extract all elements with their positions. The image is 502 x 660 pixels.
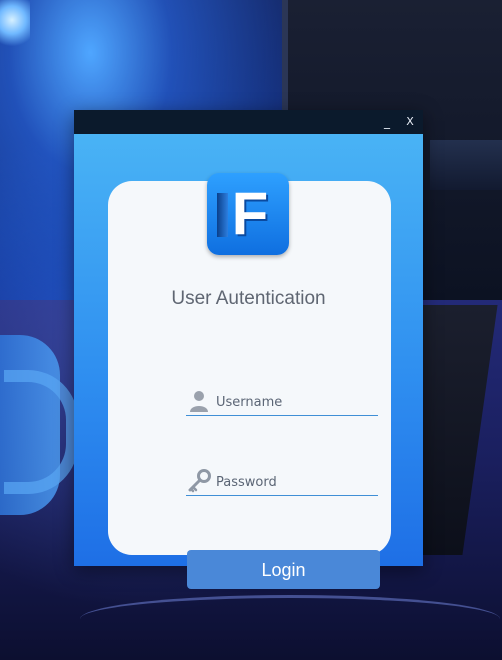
background-cable (80, 595, 500, 643)
login-button[interactable]: Login (187, 550, 380, 589)
password-input[interactable] (216, 471, 374, 493)
app-logo: F (207, 173, 289, 255)
background-mug-handle (4, 370, 78, 494)
username-field (186, 389, 378, 416)
logo-letter: F (231, 180, 269, 247)
page-title: User Autentication (171, 288, 326, 309)
login-window: _ X Username Login F User Autentication (74, 110, 423, 589)
user-icon (188, 389, 210, 413)
key-icon (188, 469, 211, 493)
window-body: Login F User Autentication (74, 134, 423, 589)
background-light (0, 0, 30, 50)
password-field (186, 469, 378, 496)
close-button[interactable]: X (401, 112, 419, 132)
background-monitor-detail (430, 140, 502, 190)
window-titlebar[interactable]: _ X (74, 110, 423, 134)
minimize-button[interactable]: _ (378, 112, 396, 132)
username-input[interactable] (216, 391, 374, 413)
